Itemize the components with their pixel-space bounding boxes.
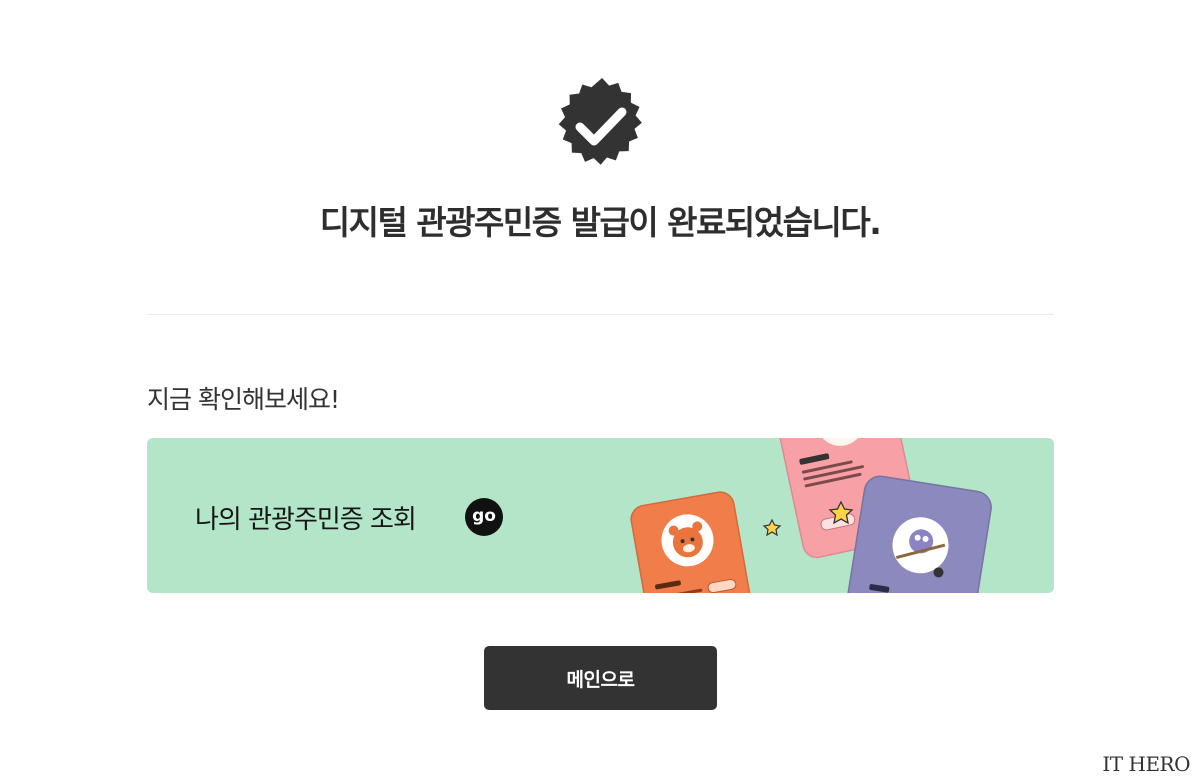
go-icon: go xyxy=(465,498,503,536)
resident-cards-illustration xyxy=(630,438,992,593)
main-button[interactable]: 메인으로 xyxy=(484,646,717,710)
watermark-text: IT HERO xyxy=(1102,752,1190,776)
my-tourist-id-banner[interactable]: 나의 관광주민증 조회 go xyxy=(147,438,1054,593)
divider xyxy=(147,314,1054,315)
check-badge-icon xyxy=(558,78,642,165)
page-title: 디지털 관광주민증 발급이 완료되었습니다. xyxy=(319,203,882,242)
banner-label: 나의 관광주민증 조회 xyxy=(195,505,417,535)
section-heading: 지금 확인해보세요! xyxy=(147,385,340,414)
